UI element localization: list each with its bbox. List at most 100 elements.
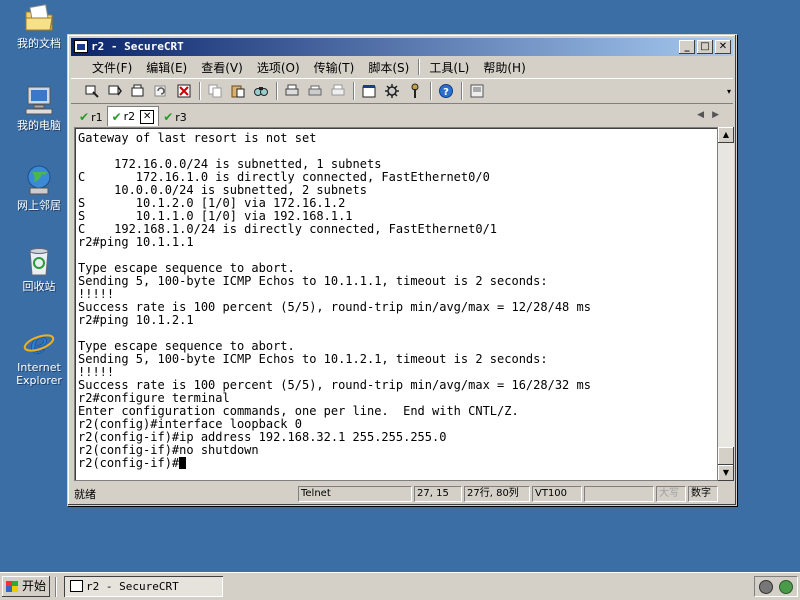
- desktop-icon-label: 网上邻居: [17, 199, 61, 212]
- desktop-icon-recycle-bin[interactable]: 回收站: [6, 245, 72, 293]
- menu-transfer[interactable]: 传输(T): [307, 59, 362, 76]
- tab-r1[interactable]: ✔ r1: [75, 108, 107, 126]
- status-num-lock: 数字: [688, 486, 718, 502]
- terminal-line: r2#ping 10.1.1.1: [78, 235, 194, 249]
- taskbar: 开始 r2 - SecureCRT: [0, 572, 800, 600]
- tab-scroll-arrows-icon[interactable]: ◀▶: [697, 110, 727, 120]
- print-icon[interactable]: [327, 81, 349, 101]
- securecrt-app-icon: [70, 580, 83, 592]
- keymap-icon[interactable]: [404, 81, 426, 101]
- tray-settings-icon[interactable]: [759, 580, 773, 594]
- taskbar-separator: [55, 577, 57, 597]
- task-label: r2 - SecureCRT: [86, 580, 179, 593]
- toolbar-separator: [276, 82, 278, 100]
- desktop-icon-label: 回收站: [22, 280, 56, 293]
- disconnect-icon[interactable]: [173, 81, 195, 101]
- system-tray: [754, 576, 798, 597]
- global-options-icon[interactable]: [381, 81, 403, 101]
- terminal-scrollbar[interactable]: ▲ ▼: [718, 127, 734, 481]
- toolbar-separator: [199, 82, 201, 100]
- window-title: r2 - SecureCRT: [91, 40, 184, 53]
- taskbar-securecrt-button[interactable]: r2 - SecureCRT: [64, 576, 223, 597]
- status-text: 就绪: [74, 488, 96, 501]
- status-protocol: Telnet: [298, 486, 412, 502]
- scroll-up-icon[interactable]: ▲: [718, 127, 734, 143]
- start-button[interactable]: 开始: [2, 576, 50, 597]
- connected-check-icon: ✔: [163, 110, 174, 124]
- folder-icon: [22, 2, 56, 34]
- terminal-line: Sending 5, 100-byte ICMP Echos to 10.1.2…: [78, 352, 548, 366]
- status-empty-cell: [584, 486, 654, 502]
- terminal-output: Gateway of last resort is not set 172.16…: [78, 132, 715, 470]
- sftp-icon[interactable]: [466, 81, 488, 101]
- menubar: 文件(F) 编辑(E) 查看(V) 选项(O) 传输(T) 脚本(S) 工具(L…: [71, 57, 733, 77]
- find-icon[interactable]: [250, 81, 272, 101]
- toolbar-separator: [461, 82, 463, 100]
- status-emulation: VT100: [532, 486, 582, 502]
- desktop-icon-label: Internet Explorer: [16, 361, 62, 387]
- toolbar-separator: [430, 82, 432, 100]
- tray-network-icon[interactable]: [779, 580, 793, 594]
- desktop-icon-internet-explorer[interactable]: e Internet Explorer: [6, 326, 72, 387]
- securecrt-window: r2 - SecureCRT _ □ ✕ 文件(F) 编辑(E) 查看(V) 选…: [67, 34, 737, 506]
- menu-tools[interactable]: 工具(L): [422, 59, 476, 76]
- menu-separator: [418, 59, 421, 75]
- tab-label: r1: [91, 110, 103, 124]
- connect-in-tab-icon[interactable]: [127, 81, 149, 101]
- status-terminal-size: 27行, 80列: [464, 486, 530, 502]
- status-cursor-position: 27, 15: [414, 486, 462, 502]
- terminal-line: Sending 5, 100-byte ICMP Echos to 10.1.1…: [78, 274, 548, 288]
- terminal-view[interactable]: Gateway of last resort is not set 172.16…: [74, 127, 718, 481]
- close-button[interactable]: ✕: [715, 40, 731, 54]
- terminal-cursor: [179, 457, 187, 469]
- terminal-line: Gateway of last resort is not set: [78, 131, 317, 145]
- scroll-thumb[interactable]: [718, 447, 734, 465]
- copy-icon[interactable]: [204, 81, 226, 101]
- terminal-line: r2#ping 10.1.2.1: [78, 313, 194, 327]
- scroll-down-icon[interactable]: ▼: [718, 465, 734, 481]
- connected-check-icon: ✔: [111, 109, 122, 124]
- session-options-icon[interactable]: [358, 81, 380, 101]
- windows-logo-icon: [6, 581, 18, 592]
- start-label: 开始: [22, 579, 47, 593]
- window-titlebar[interactable]: r2 - SecureCRT _ □ ✕: [71, 38, 733, 56]
- menu-script[interactable]: 脚本(S): [361, 59, 416, 76]
- tab-close-icon[interactable]: ✕: [140, 109, 155, 124]
- paste-icon[interactable]: [227, 81, 249, 101]
- session-tabbar: ✔ r1 ✔ r2 ✕ ✔ r3 ◀▶: [71, 106, 733, 126]
- desktop-icon-network[interactable]: 网上邻居: [6, 164, 72, 212]
- print-setup-icon[interactable]: [281, 81, 303, 101]
- status-caps-lock: 大写: [656, 486, 686, 502]
- desktop-icon-label: 我的文档: [17, 37, 61, 50]
- help-icon[interactable]: ?: [435, 81, 457, 101]
- toolbar-separator: [353, 82, 355, 100]
- tab-r2[interactable]: ✔ r2 ✕: [106, 106, 160, 126]
- toolbar-overflow-icon[interactable]: ▾: [727, 87, 731, 96]
- maximize-button[interactable]: □: [697, 40, 713, 54]
- connect-icon[interactable]: [81, 81, 103, 101]
- svg-text:?: ?: [443, 87, 449, 98]
- statusbar: 就绪 Telnet 27, 15 27行, 80列 VT100 大写 数字: [71, 485, 733, 503]
- menu-file[interactable]: 文件(F): [85, 59, 139, 76]
- desktop-icon-my-computer[interactable]: 我的电脑: [6, 84, 72, 132]
- terminal-line: r2(config-if)#: [78, 457, 715, 470]
- menu-edit[interactable]: 编辑(E): [139, 59, 194, 76]
- minimize-button[interactable]: _: [679, 40, 695, 54]
- securecrt-app-icon: [74, 40, 88, 53]
- menu-help[interactable]: 帮助(H): [476, 59, 532, 76]
- tab-label: r2: [123, 110, 136, 123]
- connected-check-icon: ✔: [79, 110, 90, 124]
- toolbar: ? ▾: [71, 78, 733, 104]
- menu-view[interactable]: 查看(V): [194, 59, 250, 76]
- tab-r3[interactable]: ✔ r3: [159, 108, 191, 126]
- recycle-bin-icon: [22, 245, 56, 277]
- internet-explorer-icon: e: [22, 326, 56, 361]
- quick-connect-icon[interactable]: [104, 81, 126, 101]
- svg-text:e: e: [30, 326, 48, 358]
- reconnect-icon[interactable]: [150, 81, 172, 101]
- tab-label: r3: [175, 110, 187, 124]
- computer-icon: [22, 84, 56, 116]
- menu-options[interactable]: 选项(O): [250, 59, 307, 76]
- print-selection-icon[interactable]: [304, 81, 326, 101]
- desktop-icon-my-documents[interactable]: 我的文档: [6, 2, 72, 50]
